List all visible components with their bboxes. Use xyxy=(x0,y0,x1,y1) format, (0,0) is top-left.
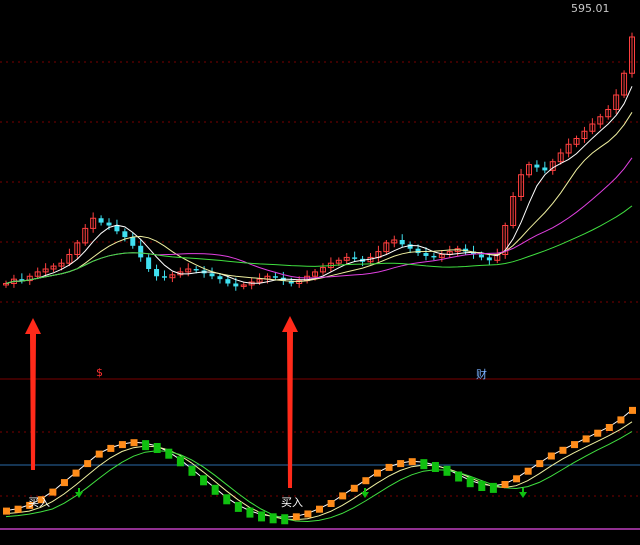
candle-down xyxy=(98,218,104,223)
osc-bar-up xyxy=(72,469,80,477)
sell-arrow-icon xyxy=(519,488,527,498)
candle-down xyxy=(352,257,358,259)
osc-bar-down xyxy=(142,440,150,451)
price-label: 595.01 xyxy=(571,2,610,15)
osc-bar-up xyxy=(14,505,22,513)
osc-bar-up xyxy=(629,406,636,414)
osc-bar-up xyxy=(316,505,323,513)
osc-bar-up xyxy=(84,460,92,468)
osc-bar-up xyxy=(95,450,103,458)
osc-bar-up xyxy=(594,429,602,437)
ma-green-line xyxy=(5,205,633,284)
osc-bar-down xyxy=(200,475,208,486)
chart-stage: 595.01 $ 财 买入 买入 xyxy=(0,0,640,545)
osc-bar-up xyxy=(292,513,300,521)
osc-bar-up xyxy=(60,479,68,487)
chart-svg xyxy=(0,32,640,530)
ma-yellow-line xyxy=(5,112,633,284)
osc-bar-up xyxy=(501,481,509,488)
candle-down xyxy=(478,254,484,258)
candle-down xyxy=(146,257,152,269)
buy-label-1: 买入 xyxy=(28,496,50,509)
osc-bar-up xyxy=(397,460,405,468)
candle-down xyxy=(193,269,199,271)
cai-mark: 财 xyxy=(476,368,487,381)
osc-bar-up xyxy=(582,435,590,443)
candle-down xyxy=(225,279,231,284)
candle-down xyxy=(209,273,215,277)
osc-bar-up xyxy=(339,492,347,500)
osc-bar-down xyxy=(176,456,184,467)
osc-bar-down xyxy=(281,514,289,525)
buy-label-2: 买入 xyxy=(281,496,303,509)
osc-bar-down xyxy=(246,507,254,518)
osc-bar-down xyxy=(489,482,497,493)
buy-arrow xyxy=(282,316,298,488)
osc-bar-down xyxy=(258,511,266,522)
candle-down xyxy=(486,257,492,261)
candle-down xyxy=(106,222,112,226)
candle-down xyxy=(233,283,239,287)
osc-bar-up xyxy=(605,424,613,431)
osc-bar-up xyxy=(118,441,126,449)
candle-down xyxy=(161,276,167,278)
osc-bar-up xyxy=(547,452,555,460)
candle-down xyxy=(399,240,405,245)
candle-down xyxy=(272,276,278,278)
candle-down xyxy=(534,164,540,168)
osc-bar-down xyxy=(223,494,231,505)
osc-bar-up xyxy=(362,477,370,485)
sell-arrow-icon xyxy=(75,488,83,498)
osc-bar-up xyxy=(408,458,416,466)
candle-down xyxy=(415,248,421,254)
osc-bar-up xyxy=(373,469,381,477)
dollar-mark: $ xyxy=(96,366,103,379)
osc-bar-down xyxy=(478,481,486,491)
ma-white-line xyxy=(5,86,633,284)
osc-bar-down xyxy=(165,448,173,459)
osc-bar-down xyxy=(431,462,439,472)
osc-bar-down xyxy=(420,459,428,470)
osc-bar-up xyxy=(536,460,544,468)
osc-bar-down xyxy=(153,443,161,453)
osc-bar-up xyxy=(524,467,532,475)
candle-down xyxy=(423,253,429,256)
osc-bar-down xyxy=(269,513,277,524)
osc-bar-up xyxy=(3,507,10,515)
candle-down xyxy=(138,245,144,258)
osc-bar-up xyxy=(617,416,625,424)
buy-arrow xyxy=(25,318,41,470)
osc-bar-down xyxy=(234,501,242,512)
osc-bar-up xyxy=(571,441,579,449)
candle-down xyxy=(114,225,120,232)
osc-bar-up xyxy=(49,488,57,496)
candle-down xyxy=(542,167,548,171)
candle-down xyxy=(154,269,160,277)
osc-bar-down xyxy=(455,471,463,482)
osc-bar-up xyxy=(327,500,335,507)
osc-bar-down xyxy=(466,477,474,488)
candle-down xyxy=(217,276,223,280)
osc-line xyxy=(5,421,633,521)
candle-down xyxy=(130,237,136,246)
osc-bar-up xyxy=(385,463,393,471)
osc-bar-up xyxy=(350,484,358,492)
osc-bar-up xyxy=(107,444,115,452)
osc-bar-down xyxy=(211,484,219,495)
candle-down xyxy=(122,231,128,238)
osc-bar-down xyxy=(188,465,196,476)
osc-bar-up xyxy=(304,510,312,518)
osc-bar-up xyxy=(130,439,138,447)
osc-bar-up xyxy=(513,475,521,483)
candle-down xyxy=(431,255,437,258)
osc-bar-up xyxy=(559,446,567,454)
osc-bar-down xyxy=(443,465,451,476)
